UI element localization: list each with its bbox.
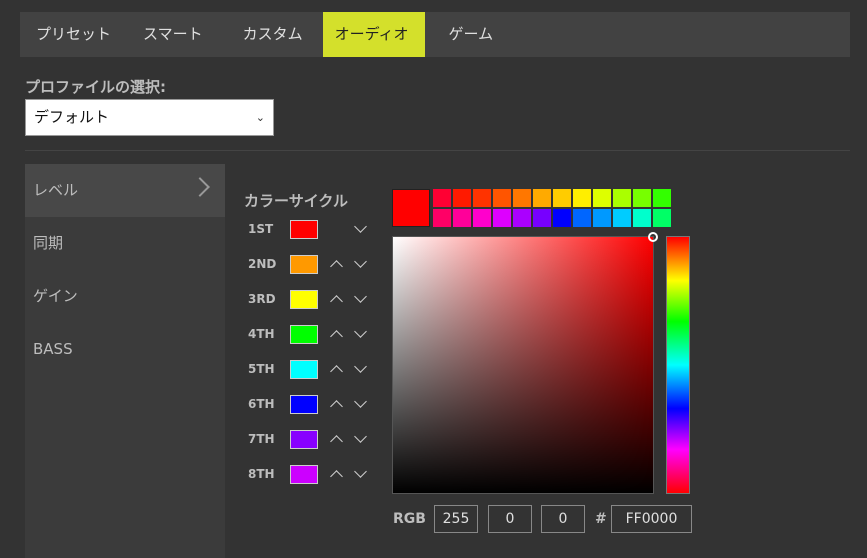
- sidebar-item-label: レベル: [33, 181, 79, 199]
- preset-swatch[interactable]: [633, 209, 651, 227]
- picker-cursor[interactable]: [648, 232, 658, 242]
- chevron-down-icon[interactable]: [354, 220, 367, 233]
- preset-swatch[interactable]: [653, 209, 671, 227]
- cycle-color-swatch[interactable]: [290, 290, 318, 309]
- color-cycle-title: カラーサイクル: [244, 192, 348, 210]
- cycle-row-label: 7TH: [248, 432, 275, 446]
- cycle-row-label: 2ND: [248, 257, 277, 271]
- chevron-right-icon: [190, 177, 210, 197]
- preset-swatch[interactable]: [533, 209, 551, 227]
- hex-input[interactable]: FF0000: [611, 505, 692, 533]
- tab-1[interactable]: スマート: [131, 12, 227, 57]
- preset-swatch[interactable]: [553, 209, 571, 227]
- chevron-up-icon[interactable]: [330, 260, 343, 273]
- cycle-color-swatch[interactable]: [290, 360, 318, 379]
- preset-swatch[interactable]: [533, 189, 551, 207]
- preset-swatch[interactable]: [613, 209, 631, 227]
- chevron-up-icon[interactable]: [330, 400, 343, 413]
- chevron-down-icon[interactable]: [354, 430, 367, 443]
- cycle-row-label: 3RD: [248, 292, 276, 306]
- preset-swatch[interactable]: [633, 189, 651, 207]
- sidebar-item-label: ゲイン: [33, 287, 78, 305]
- preset-swatch[interactable]: [513, 189, 531, 207]
- preset-swatch[interactable]: [433, 189, 451, 207]
- cycle-row: 1ST: [248, 220, 388, 240]
- hash-label: #: [595, 511, 607, 527]
- cycle-row-label: 4TH: [248, 327, 275, 341]
- cycle-row-label: 6TH: [248, 397, 275, 411]
- chevron-down-icon[interactable]: [354, 360, 367, 373]
- tab-3[interactable]: オーディオ: [322, 12, 425, 57]
- cycle-row: 3RD: [248, 290, 388, 310]
- chevron-down-icon[interactable]: [354, 465, 367, 478]
- preset-swatch[interactable]: [493, 209, 511, 227]
- preset-swatch[interactable]: [593, 209, 611, 227]
- preset-swatch[interactable]: [433, 209, 451, 227]
- cycle-color-swatch[interactable]: [290, 220, 318, 239]
- sidebar-item-0[interactable]: レベル: [25, 164, 225, 217]
- green-input[interactable]: 0: [488, 505, 532, 533]
- chevron-up-icon[interactable]: [330, 365, 343, 378]
- cycle-row-label: 8TH: [248, 467, 275, 481]
- chevron-down-icon[interactable]: [354, 325, 367, 338]
- chevron-up-icon[interactable]: [330, 295, 343, 308]
- preset-swatch[interactable]: [613, 189, 631, 207]
- cycle-row: 6TH: [248, 395, 388, 415]
- chevron-down-icon[interactable]: [354, 395, 367, 408]
- cycle-row: 7TH: [248, 430, 388, 450]
- cycle-color-swatch[interactable]: [290, 255, 318, 274]
- sidebar-item-label: 同期: [33, 234, 64, 252]
- cycle-row: 4TH: [248, 325, 388, 345]
- preset-swatch[interactable]: [593, 189, 611, 207]
- chevron-up-icon[interactable]: [330, 470, 343, 483]
- cycle-color-swatch[interactable]: [290, 325, 318, 344]
- tab-4[interactable]: ゲーム: [429, 12, 510, 57]
- preset-swatch[interactable]: [473, 189, 491, 207]
- profile-label: プロファイルの選択:: [25, 78, 166, 96]
- sidebar: レベル同期ゲイン BASS: [25, 164, 225, 558]
- blue-input[interactable]: 0: [541, 505, 585, 533]
- preset-swatch[interactable]: [513, 209, 531, 227]
- current-color-swatch: [392, 189, 430, 227]
- rgb-label: RGB: [393, 511, 426, 527]
- chevron-down-icon[interactable]: [354, 255, 367, 268]
- preset-swatch[interactable]: [453, 189, 471, 207]
- profile-select-value: デフォルト: [34, 108, 110, 126]
- preset-swatch[interactable]: [573, 209, 591, 227]
- cycle-row-label: 1ST: [248, 222, 274, 236]
- profile-select[interactable]: デフォルト ⌄: [25, 99, 274, 136]
- sidebar-item-3[interactable]: BASS: [25, 323, 225, 376]
- cycle-row: 5TH: [248, 360, 388, 380]
- sidebar-item-2[interactable]: ゲイン: [25, 270, 225, 323]
- tab-2[interactable]: カスタム: [231, 12, 319, 57]
- preset-swatch[interactable]: [453, 209, 471, 227]
- chevron-up-icon[interactable]: [330, 435, 343, 448]
- tab-bar: プリセット スマート カスタム オーディオ ゲーム: [20, 12, 850, 57]
- sidebar-item-1[interactable]: 同期: [25, 217, 225, 270]
- preset-swatch[interactable]: [653, 189, 671, 207]
- cycle-color-swatch[interactable]: [290, 395, 318, 414]
- cycle-color-swatch[interactable]: [290, 430, 318, 449]
- chevron-down-icon: ⌄: [255, 111, 265, 124]
- preset-swatch[interactable]: [553, 189, 571, 207]
- chevron-down-icon[interactable]: [354, 290, 367, 303]
- divider: [25, 150, 850, 151]
- hue-slider[interactable]: [666, 236, 690, 494]
- saturation-value-picker[interactable]: [392, 232, 658, 494]
- preset-swatch[interactable]: [473, 209, 491, 227]
- preset-swatch[interactable]: [493, 189, 511, 207]
- tab-0[interactable]: プリセット: [20, 12, 127, 57]
- cycle-row-label: 5TH: [248, 362, 275, 376]
- sidebar-item-label: BASS: [33, 340, 73, 358]
- cycle-row: 2ND: [248, 255, 388, 275]
- red-input[interactable]: 255: [434, 505, 478, 533]
- cycle-row: 8TH: [248, 465, 388, 485]
- preset-swatch[interactable]: [573, 189, 591, 207]
- chevron-up-icon[interactable]: [330, 330, 343, 343]
- cycle-color-swatch[interactable]: [290, 465, 318, 484]
